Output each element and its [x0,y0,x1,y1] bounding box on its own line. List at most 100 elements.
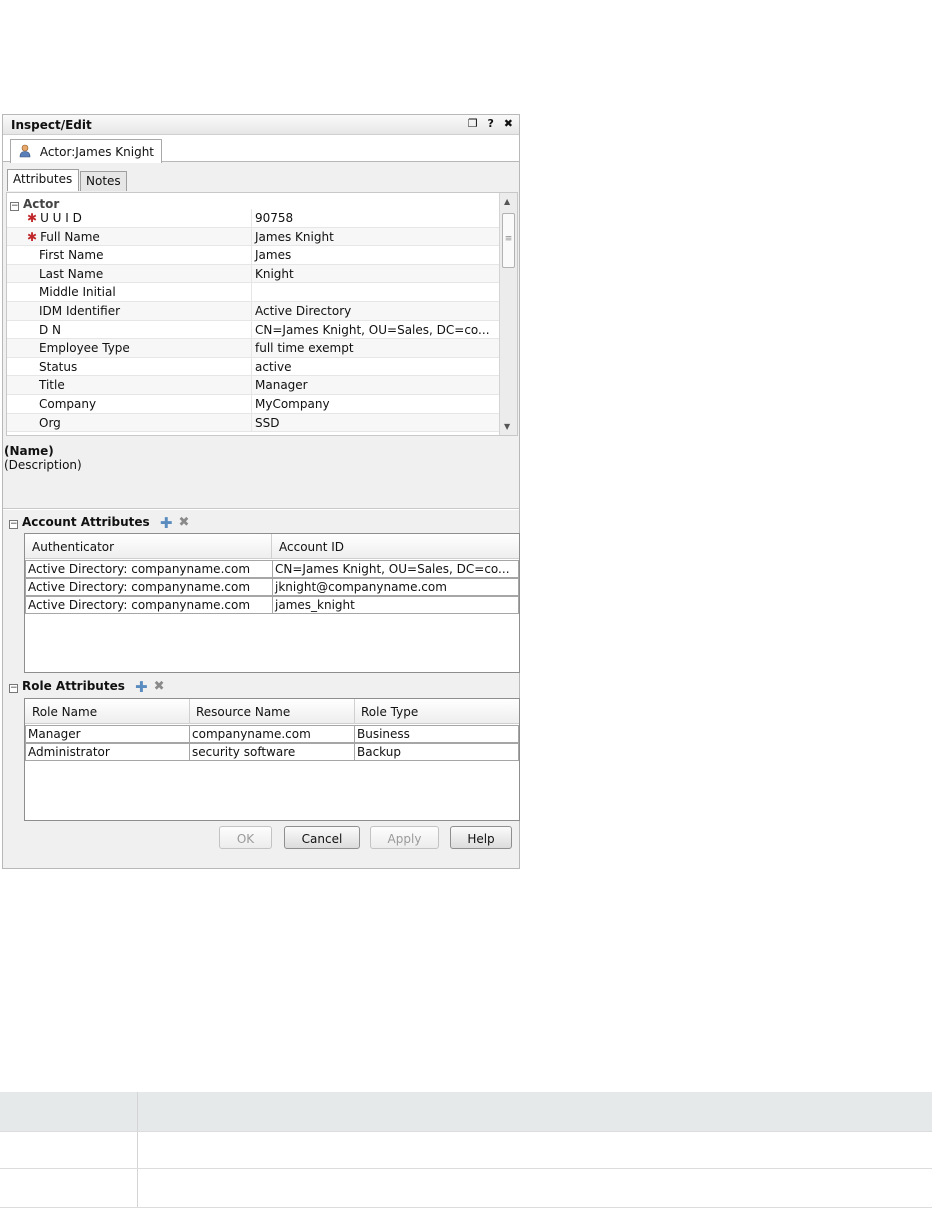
account-attributes-table: Authenticator Account ID Active Director… [24,533,520,673]
property-row[interactable]: ✱ U U I D 90758 [7,209,499,228]
scroll-up-icon[interactable]: ▲ [504,197,510,206]
property-value[interactable]: James Knight [251,227,499,246]
table-cell[interactable]: Administrator [25,743,190,761]
table-cell[interactable]: Manager [25,725,190,743]
property-key-label: Company [39,397,97,411]
property-value[interactable] [251,283,499,301]
table-header: Authenticator Account ID [25,534,519,559]
table-header-row [0,1092,932,1132]
table-cell[interactable]: companyname.com [189,725,355,743]
property-key: ✱ Full Name [27,230,251,244]
property-value[interactable]: active [251,357,499,376]
table-row[interactable]: Administrator security software Backup [25,743,519,762]
property-value[interactable]: full time exempt [251,339,499,357]
property-row[interactable]: Last Name Knight [7,264,499,284]
tab-actor-james-knight[interactable]: Actor:James Knight [10,139,162,163]
cancel-button[interactable]: Cancel [284,826,360,849]
table-cell[interactable]: Active Directory: companyname.com [25,560,273,578]
account-attributes-header: − Account Attributes ✚ ✖ [9,514,189,532]
role-attributes-header: − Role Attributes ✚ ✖ [9,678,165,696]
delete-icon[interactable]: ✖ [154,679,165,694]
table-row[interactable]: Active Directory: companyname.com james_k… [25,596,519,615]
property-key-label: Org [39,415,61,430]
property-key-label: IDM Identifier [39,304,121,318]
property-grid-scrollbar[interactable]: ▲ ≡ ▼ [499,193,517,435]
column-header-authenticator[interactable]: Authenticator [32,540,114,554]
apply-button[interactable]: Apply [370,826,439,849]
property-key: ✱ U U I D [27,211,251,225]
tab-attributes-label: Attributes [13,172,73,186]
table-cell[interactable]: CN=James Knight, OU=Sales, DC=co... [272,560,519,578]
table-row[interactable]: Active Directory: companyname.com CN=Jame… [25,560,519,579]
column-divider [354,699,355,724]
add-icon[interactable]: ✚ [135,678,148,696]
property-key: Employee Type [27,341,251,355]
property-key: Middle Initial [27,285,251,299]
property-key-label: Status [39,359,78,374]
property-row[interactable]: Company MyCompany [7,395,499,414]
property-value[interactable]: James [251,246,499,264]
role-attributes-table: Role Name Resource Name Role Type Manage… [24,698,520,821]
tab-notes[interactable]: Notes [80,171,127,191]
table-row [0,1132,932,1169]
table-cell[interactable]: security software [189,743,355,761]
role-attributes-title: Role Attributes [22,679,125,693]
table-row[interactable]: Active Directory: companyname.com jknight… [25,578,519,597]
table-header: Role Name Resource Name Role Type [25,699,519,724]
property-value[interactable]: MyCompany [251,395,499,413]
required-marker-icon: ✱ [27,229,38,244]
column-header-role-type[interactable]: Role Type [361,705,418,719]
property-row[interactable]: Middle Initial [7,283,499,302]
property-key-label: Title [39,378,65,393]
table-cell[interactable]: Active Directory: companyname.com [25,578,273,596]
property-row[interactable]: D N CN=James Knight, OU=Sales, DC=co... [7,320,499,340]
property-value[interactable]: SSD [251,413,499,432]
property-key-label: U U I D [40,211,82,225]
window-controls: ❐ ? ✖ [462,117,513,130]
property-row[interactable]: IDM Identifier Active Directory [7,302,499,321]
property-row[interactable]: Title Manager [7,376,499,395]
delete-icon[interactable]: ✖ [178,515,189,530]
property-value[interactable]: Knight [251,264,499,283]
collapse-icon[interactable]: − [9,684,18,693]
property-grid[interactable]: − Actor ✱ U U I D 90758 ✱ Full Name James Knig… [6,192,518,436]
restore-icon[interactable]: ❐ [468,117,478,130]
table-cell[interactable]: Business [354,725,519,743]
table-cell[interactable]: jknight@companyname.com [272,578,519,596]
property-row[interactable]: Employee Type full time exempt [7,339,499,358]
column-divider [189,699,190,724]
property-row[interactable]: Status active [7,357,499,377]
property-key: Status [27,360,251,374]
property-key-label: Full Name [40,229,100,244]
ok-button[interactable]: OK [219,826,272,849]
divider [3,508,519,510]
add-icon[interactable]: ✚ [160,514,173,532]
help-button[interactable]: Help [450,826,512,849]
doc-tab-label: Actor:James Knight [39,145,155,159]
column-header-role-name[interactable]: Role Name [32,705,97,719]
property-value[interactable]: CN=James Knight, OU=Sales, DC=co... [251,320,499,339]
description-area: (Name) (Description) [4,444,82,472]
close-icon[interactable]: ✖ [504,117,513,130]
table-cell[interactable]: james_knight [272,596,519,614]
collapse-icon[interactable]: − [9,520,18,529]
property-row[interactable]: ✱ Full Name James Knight [7,227,499,247]
property-value[interactable]: Manager [251,376,499,394]
property-row[interactable]: First Name James [7,246,499,265]
property-key-label: Employee Type [39,341,130,356]
property-row[interactable]: Org SSD [7,413,499,433]
person-icon [19,144,31,158]
table-cell[interactable]: Backup [354,743,519,761]
help-icon[interactable]: ? [488,117,494,130]
column-header-resource-name[interactable]: Resource Name [196,705,290,719]
column-header-account-id[interactable]: Account ID [279,540,344,554]
tab-notes-label: Notes [86,174,121,188]
table-row[interactable]: Manager companyname.com Business [25,725,519,744]
property-value[interactable]: Active Directory [251,302,499,320]
table-cell[interactable]: Active Directory: companyname.com [25,596,273,614]
scroll-thumb[interactable]: ≡ [502,213,515,268]
panel-title: Inspect/Edit [11,118,92,132]
property-value[interactable]: 90758 [251,209,499,227]
scroll-down-icon[interactable]: ▼ [504,422,510,431]
tab-attributes[interactable]: Attributes [7,169,79,191]
